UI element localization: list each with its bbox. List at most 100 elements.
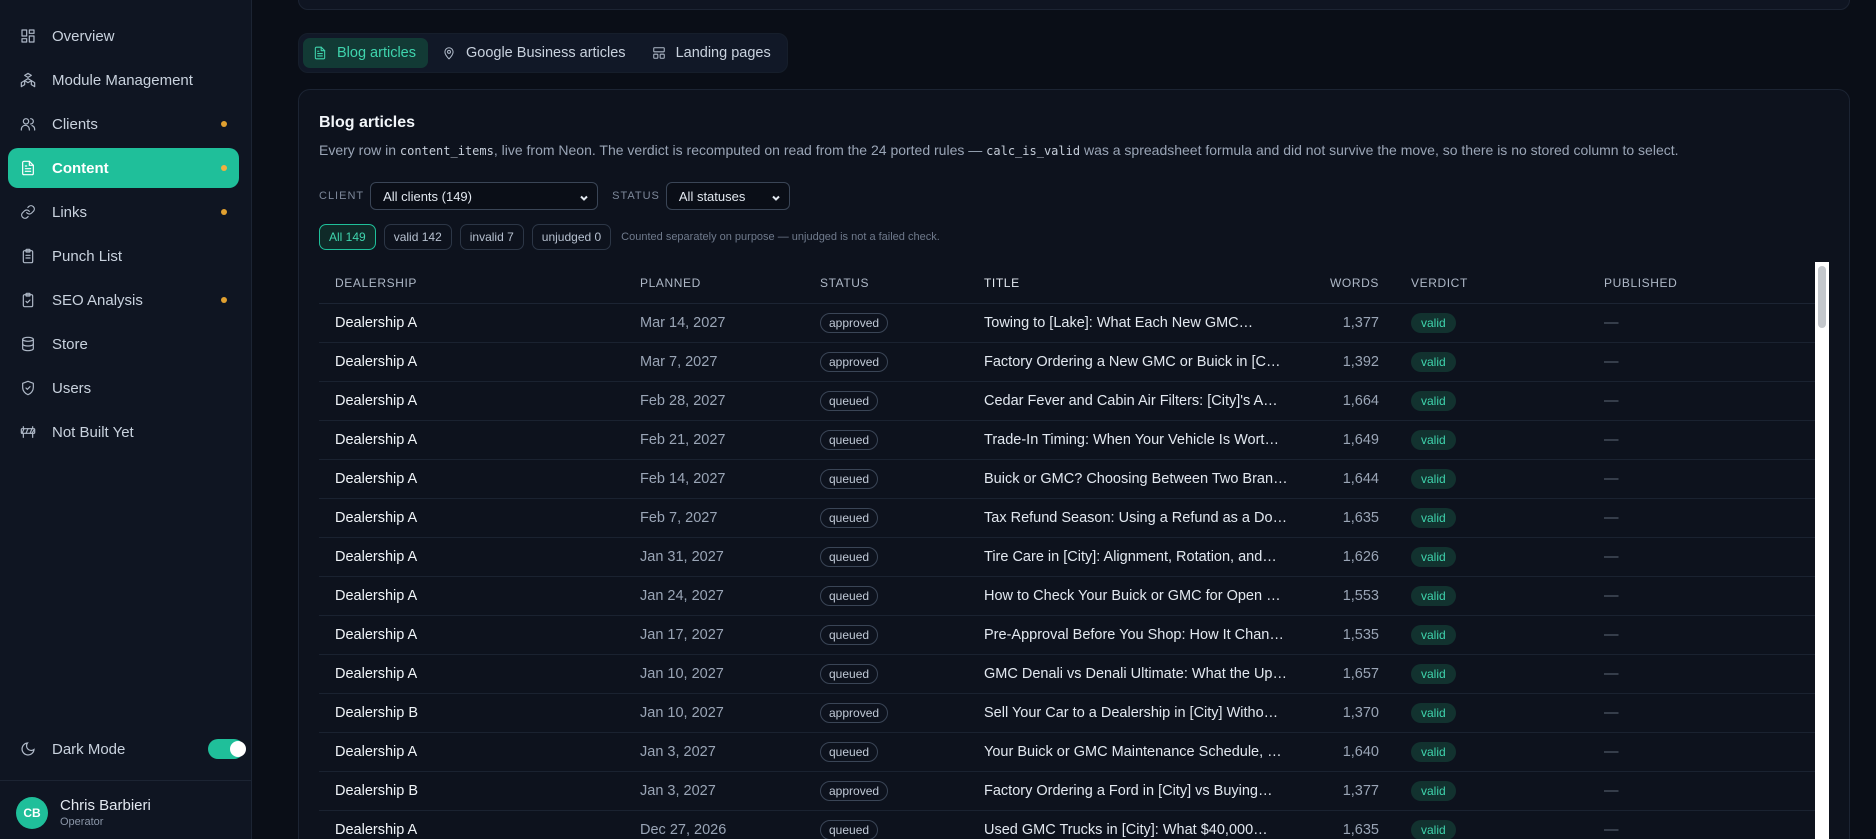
sidebar-item-not-built-yet[interactable]: Not Built Yet: [8, 412, 239, 452]
cell-title[interactable]: Factory Ordering a Ford in [City] vs Buy…: [984, 783, 1306, 799]
sidebar: Overview Module Management Clients Content L…: [0, 0, 252, 839]
column-header-planned[interactable]: PLANNED: [640, 276, 820, 290]
link-icon: [20, 204, 36, 220]
column-header-verdict[interactable]: VERDICT: [1379, 276, 1604, 290]
scrollbar-thumb[interactable]: [1818, 266, 1826, 328]
verdict-badge: valid: [1411, 313, 1456, 333]
table-row[interactable]: Dealership B Jan 10, 2027 approved Sell You…: [319, 694, 1816, 733]
cell-words: 1,657: [1342, 666, 1379, 682]
sidebar-item-clients[interactable]: Clients: [8, 104, 239, 144]
document-icon: [313, 46, 327, 60]
table-row[interactable]: Dealership A Jan 24, 2027 queued How to Che…: [319, 577, 1816, 616]
sidebar-item-punch-list[interactable]: Punch List: [8, 236, 239, 276]
table-row[interactable]: Dealership A Dec 27, 2026 queued Used GMC T…: [319, 811, 1816, 839]
users-icon: [20, 116, 36, 132]
notification-dot: [221, 297, 227, 303]
moon-icon: [20, 741, 36, 757]
table-row[interactable]: Dealership A Feb 28, 2027 queued Cedar Feve…: [319, 382, 1816, 421]
cell-planned: Feb 21, 2027: [640, 432, 726, 448]
sidebar-item-links[interactable]: Links: [8, 192, 239, 232]
cell-dealership: Dealership A: [335, 627, 418, 643]
sidebar-item-seo-analysis[interactable]: SEO Analysis: [8, 280, 239, 320]
sidebar-item-module-management[interactable]: Module Management: [8, 60, 239, 100]
cell-title[interactable]: Tax Refund Season: Using a Refund as a D…: [984, 510, 1306, 526]
cell-title[interactable]: Sell Your Car to a Dealership in [City] …: [984, 705, 1306, 721]
sidebar-item-content[interactable]: Content: [8, 148, 239, 188]
cell-status: queued: [820, 742, 984, 762]
column-header-status[interactable]: STATUS: [820, 276, 984, 290]
status-badge: queued: [820, 508, 879, 528]
sidebar-item-overview[interactable]: Overview: [8, 16, 239, 56]
chevron-down-icon: [771, 191, 781, 201]
table-row[interactable]: Dealership A Jan 17, 2027 queued Pre-Approv…: [319, 616, 1816, 655]
cell-published: —: [1604, 705, 1619, 721]
cell-verdict: valid: [1379, 313, 1604, 333]
cell-dealership: Dealership B: [335, 705, 419, 721]
table-row[interactable]: Dealership A Feb 14, 2027 queued Buick or G…: [319, 460, 1816, 499]
tab-google-business-articles[interactable]: Google Business articles: [432, 38, 638, 68]
tab-blog-articles[interactable]: Blog articles: [303, 38, 428, 68]
cell-published: —: [1604, 549, 1619, 565]
user-profile[interactable]: CB Chris Barbieri Operator: [16, 797, 151, 829]
cell-title[interactable]: GMC Denali vs Denali Ultimate: What the …: [984, 666, 1306, 682]
pill-all-149[interactable]: All 149: [319, 224, 376, 250]
table-row[interactable]: Dealership A Feb 21, 2027 queued Trade-In T…: [319, 421, 1816, 460]
cell-verdict: valid: [1379, 430, 1604, 450]
clipboard-icon: [20, 248, 36, 264]
table-row[interactable]: Dealership A Feb 7, 2027 queued Tax Refund …: [319, 499, 1816, 538]
dark-mode-toggle[interactable]: [208, 739, 246, 759]
table-row[interactable]: Dealership B Jan 3, 2027 approved Factory O…: [319, 772, 1816, 811]
client-select[interactable]: All clients (149): [370, 182, 599, 210]
cell-dealership: Dealership A: [335, 471, 418, 487]
cell-title[interactable]: How to Check Your Buick or GMC for Open …: [984, 588, 1306, 604]
status-badge: approved: [820, 313, 889, 333]
verdict-badge: valid: [1411, 547, 1456, 567]
cell-status: queued: [820, 430, 984, 450]
status-badge: queued: [820, 469, 879, 489]
sidebar-item-store[interactable]: Store: [8, 324, 239, 364]
cell-planned: Feb 28, 2027: [640, 393, 726, 409]
cell-title[interactable]: Tire Care in [City]: Alignment, Rotation…: [984, 549, 1306, 565]
sidebar-item-users[interactable]: Users: [8, 368, 239, 408]
table-scrollbar[interactable]: [1815, 262, 1829, 839]
verdict-badge: valid: [1411, 430, 1456, 450]
status-select[interactable]: All statuses: [665, 182, 790, 210]
cell-title[interactable]: Pre-Approval Before You Shop: How It Cha…: [984, 627, 1306, 643]
status-badge: queued: [820, 430, 879, 450]
table-row[interactable]: Dealership A Jan 3, 2027 queued Your Buick …: [319, 733, 1816, 772]
table-header: DEALERSHIP PLANNED STATUS TITLE WORDS VERDICT…: [319, 262, 1816, 304]
column-header-words[interactable]: WORDS: [1306, 276, 1379, 290]
cell-title[interactable]: Trade-In Timing: When Your Vehicle Is Wo…: [984, 432, 1306, 448]
cell-title[interactable]: Cedar Fever and Cabin Air Filters: [City…: [984, 393, 1306, 409]
cell-title[interactable]: Your Buick or GMC Maintenance Schedule, …: [984, 744, 1306, 760]
cell-title[interactable]: Towing to [Lake]: What Each New GMC…: [984, 315, 1306, 331]
cell-title[interactable]: Used GMC Trucks in [City]: What $40,000…: [984, 822, 1306, 838]
verdict-badge: valid: [1411, 781, 1456, 801]
status-badge: queued: [820, 547, 879, 567]
pill-invalid-7[interactable]: invalid 7: [459, 224, 524, 250]
pill-valid-142[interactable]: valid 142: [383, 224, 452, 250]
tab-landing-pages[interactable]: Landing pages: [642, 38, 783, 68]
table-row[interactable]: Dealership A Jan 31, 2027 queued Tire Care …: [319, 538, 1816, 577]
table-row[interactable]: Dealership A Jan 10, 2027 queued GMC Denali…: [319, 655, 1816, 694]
desc-code: calc_is_valid: [986, 144, 1081, 158]
table-row[interactable]: Dealership A Mar 7, 2027 approved Factory O…: [319, 343, 1816, 382]
chevron-down-icon: [579, 191, 589, 201]
cell-planned: Dec 27, 2026: [640, 822, 727, 838]
status-badge: approved: [820, 352, 889, 372]
tab-label: Google Business articles: [465, 45, 626, 61]
pill-unjudged-0[interactable]: unjudged 0: [531, 224, 612, 250]
cell-title[interactable]: Buick or GMC? Choosing Between Two Bran…: [984, 471, 1306, 487]
column-header-dealership[interactable]: DEALERSHIP: [319, 276, 640, 290]
column-header-published[interactable]: PUBLISHED: [1604, 276, 1754, 290]
column-header-title[interactable]: TITLE: [984, 276, 1306, 290]
desc-text: was a spreadsheet formula and did not su…: [1080, 142, 1679, 158]
verdict-badge: valid: [1411, 469, 1456, 489]
dark-mode-row: Dark Mode: [20, 736, 246, 762]
cell-title[interactable]: Factory Ordering a New GMC or Buick in […: [984, 354, 1306, 370]
table-row[interactable]: Dealership A Mar 14, 2027 approved Towing t…: [319, 304, 1816, 343]
cell-published: —: [1604, 588, 1619, 604]
cell-status: queued: [820, 664, 984, 684]
cell-dealership: Dealership A: [335, 432, 418, 448]
sidebar-item-label: Overview: [52, 27, 115, 45]
